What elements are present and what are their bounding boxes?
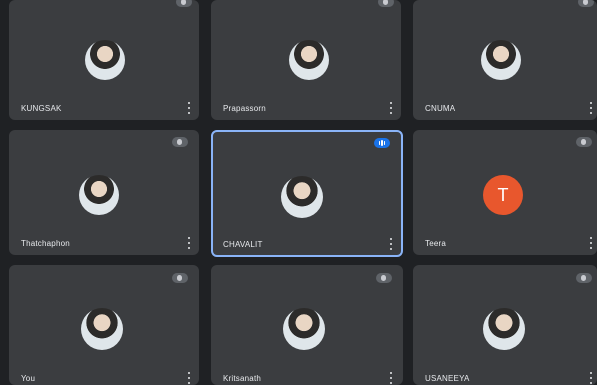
avatar — [283, 308, 325, 350]
participant-tile-usaneeya[interactable]: USANEEYA — [413, 265, 597, 385]
more-options-icon[interactable] — [589, 372, 593, 384]
mic-off-icon — [176, 0, 192, 7]
participant-tile-thatchaphon[interactable]: Thatchaphon — [9, 130, 199, 255]
participant-tile-kungsak[interactable]: KUNGSAK — [9, 0, 199, 120]
avatar — [483, 308, 525, 350]
participant-name: Kritsanath — [223, 374, 262, 383]
participant-tile-cnuma[interactable]: CNUMA — [413, 0, 597, 120]
avatar — [79, 175, 119, 215]
participant-tile-kritsanath[interactable]: Kritsanath — [211, 265, 403, 385]
participant-name: USANEEYA — [425, 374, 470, 383]
more-options-icon[interactable] — [187, 372, 191, 384]
participant-name: CHAVALIT — [223, 240, 263, 249]
avatar — [481, 40, 521, 80]
avatar — [281, 176, 323, 218]
participant-name: You — [21, 374, 36, 383]
mic-off-icon — [172, 137, 188, 147]
participant-tile-chavalit[interactable]: CHAVALIT — [211, 130, 403, 257]
more-options-icon[interactable] — [187, 102, 191, 114]
mic-off-icon — [578, 0, 594, 7]
more-options-icon[interactable] — [589, 237, 593, 249]
mic-off-icon — [576, 273, 592, 283]
mic-off-icon — [376, 273, 392, 283]
mic-off-icon — [576, 137, 592, 147]
avatar-letter: T — [483, 175, 523, 215]
more-options-icon[interactable] — [187, 237, 191, 249]
mic-off-icon — [378, 0, 394, 7]
more-options-icon[interactable] — [389, 372, 393, 384]
more-options-icon[interactable] — [589, 102, 593, 114]
participant-name: Prapassorn — [223, 104, 266, 113]
participant-name: Teera — [425, 239, 447, 248]
participant-tile-teera[interactable]: T Teera — [413, 130, 597, 255]
avatar — [289, 40, 329, 80]
participant-tile-prapassorn[interactable]: Prapassorn — [211, 0, 401, 120]
participant-tile-you[interactable]: You — [9, 265, 199, 385]
participant-name: CNUMA — [425, 104, 456, 113]
more-options-icon[interactable] — [389, 238, 393, 250]
more-options-icon[interactable] — [389, 102, 393, 114]
avatar — [85, 40, 125, 80]
avatar — [81, 308, 123, 350]
mic-off-icon — [172, 273, 188, 283]
participant-name: Thatchaphon — [21, 239, 70, 248]
participant-name: KUNGSAK — [21, 104, 62, 113]
video-grid: KUNGSAK Prapassorn CNUMA Thatchaphon CHA… — [0, 0, 597, 385]
speaking-indicator-icon — [374, 138, 390, 148]
